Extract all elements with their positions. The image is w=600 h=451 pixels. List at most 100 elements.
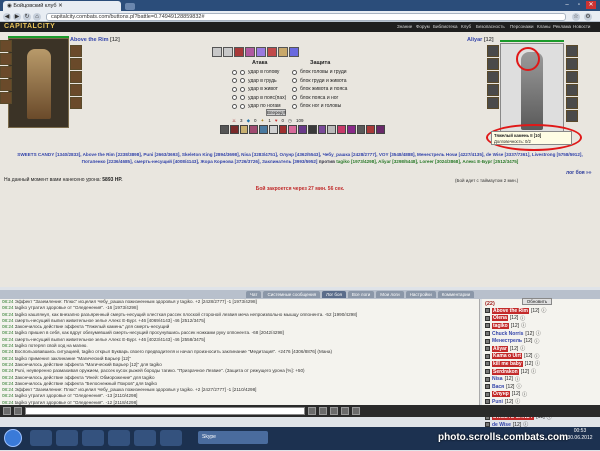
info-icon[interactable]: ⓘ [515,376,520,383]
player-name[interactable]: Менестрель [492,338,522,344]
spell-icon[interactable] [376,125,386,134]
info-icon[interactable]: ⓘ [521,322,526,329]
star-icon[interactable]: ☆ [572,13,580,21]
player-name[interactable]: Chuck Norris [492,331,523,337]
tab-chat[interactable]: Чат [246,291,262,298]
attack-option[interactable]: удар в пояс(пах) [232,94,286,103]
player-name[interactable]: Kama o Uirt [492,353,523,360]
taskbar-active-window[interactable]: Skype [198,431,268,444]
settings-icon[interactable] [14,407,22,415]
battle-log-link[interactable]: лог боя »» [566,170,592,176]
spell-icon[interactable] [317,125,327,134]
send-icon[interactable] [308,407,316,415]
maximize-button[interactable]: ▫ [574,1,584,9]
exit-icon[interactable] [352,407,360,415]
header-link[interactable]: Новости [573,22,590,32]
armor-slot-icon[interactable] [0,79,12,91]
player-name[interactable]: tagiko [492,322,509,329]
info-icon[interactable]: ⓘ [522,391,527,398]
weapon-slot-icon[interactable] [0,66,12,78]
info-icon[interactable]: ⓘ [531,368,536,375]
player-item[interactable]: Nisa [12] ⓘ [485,375,597,383]
player-name[interactable]: Above the Rim [492,307,530,314]
reload-icon[interactable]: ↻ [23,13,31,21]
defense-option[interactable]: блок пояса и ног [292,94,347,103]
refresh-button[interactable]: Обновить [522,298,552,305]
header-link[interactable]: Безопасность [476,22,505,32]
player-name[interactable]: Aliyar [492,345,508,352]
attack-option[interactable]: удар в голову [232,68,286,77]
spell-icon[interactable] [346,125,356,134]
skill-icon[interactable] [267,47,277,57]
attack-option[interactable]: удар в грудь [232,77,286,86]
attack-option[interactable]: удар в живот [232,85,286,94]
close-window-button[interactable]: ✕ [586,1,596,9]
info-icon[interactable]: ⓘ [534,353,539,360]
team2-list[interactable]: tagiko [1973/4298], Aliyar [3298/5448], … [336,159,518,164]
smile-icon[interactable] [3,407,11,415]
armor-slot-icon[interactable] [566,84,578,96]
wrench-icon[interactable]: ⚙ [584,13,592,21]
header-link[interactable]: Реклама [553,22,571,32]
back-icon[interactable]: ◀ [3,13,11,21]
player-item[interactable]: tagiko [12] ⓘ [485,322,597,330]
player-item[interactable]: Kama o Uirt [12] ⓘ [485,353,597,361]
skill-icon[interactable] [223,47,233,57]
gloves-slot-icon[interactable] [487,58,499,70]
player-item[interactable]: Above the Rim [12] ⓘ [485,307,597,315]
translit-icon[interactable] [330,407,338,415]
sound-icon[interactable] [341,407,349,415]
helmet-slot-icon[interactable] [0,40,12,52]
info-icon[interactable]: ⓘ [534,338,539,345]
info-icon[interactable]: ⓘ [535,360,540,367]
spell-icon[interactable] [288,125,298,134]
defense-option[interactable]: блок ног и головы [292,102,347,111]
attack-go-button[interactable]: Вперед!!! [266,109,286,116]
right-fighter-name[interactable]: Aliyar [12] [467,37,494,43]
boots-slot-icon[interactable] [70,97,82,109]
skill-icon[interactable] [234,47,244,57]
spell-icon[interactable] [239,125,249,134]
tab-battle-log[interactable]: Лог боя [322,291,346,298]
weapon-slot-icon[interactable] [566,71,578,83]
spell-icon[interactable] [356,125,366,134]
spell-icon[interactable] [307,125,317,134]
belt-slot-icon[interactable] [566,97,578,109]
amulet-slot-icon[interactable] [0,53,12,65]
left-fighter-avatar[interactable] [8,38,69,128]
header-link[interactable]: Библиотека [433,22,457,32]
player-name[interactable]: Олунр [492,391,510,398]
defense-option[interactable]: блок груди и живота [292,77,347,86]
skill-icon[interactable] [256,47,266,57]
spell-icon[interactable] [366,125,376,134]
shield-slot-icon[interactable] [487,71,499,83]
player-item[interactable]: Вася [12] ⓘ [485,383,597,391]
player-name[interactable]: Nisa [492,376,503,382]
boots-slot-icon[interactable] [566,110,578,122]
info-icon[interactable]: ⓘ [516,383,521,390]
home-icon[interactable]: ⌂ [33,13,41,21]
defense-option[interactable]: блок головы и груди [292,68,347,77]
system-clock[interactable]: 00:53 30.06.2012 [560,428,600,448]
info-icon[interactable]: ⓘ [520,315,525,322]
chrome-icon[interactable] [108,430,130,446]
browser-tab[interactable]: ◉ Бойцовский клуб ✕ [3,1,121,11]
player-name[interactable]: kill me baby [492,360,523,367]
tab-my-logs[interactable]: Мои логи [376,291,404,298]
spell-icon[interactable] [327,125,337,134]
spell-icon[interactable] [337,125,346,134]
player-item[interactable]: Олунр [12] ⓘ [485,391,597,399]
player-item[interactable]: Serdrakon [12] ⓘ [485,368,597,376]
player-item[interactable]: kill me baby [12] ⓘ [485,360,597,368]
battle-log[interactable]: 08:24 Эффект "Заземление: Плюс" исцелил … [0,299,480,405]
skill-icon[interactable] [212,47,222,57]
new-tab-button[interactable] [125,3,135,10]
player-name[interactable]: Вася [492,384,504,390]
skype-icon[interactable] [160,430,182,446]
skill-icon[interactable] [289,47,299,57]
player-name[interactable]: Serdrakon [492,368,519,375]
chat-input[interactable] [25,407,305,415]
tab-system[interactable]: Системные сообщения [263,291,321,298]
info-icon[interactable]: ⓘ [536,330,541,337]
header-link[interactable]: Знание [397,22,412,32]
